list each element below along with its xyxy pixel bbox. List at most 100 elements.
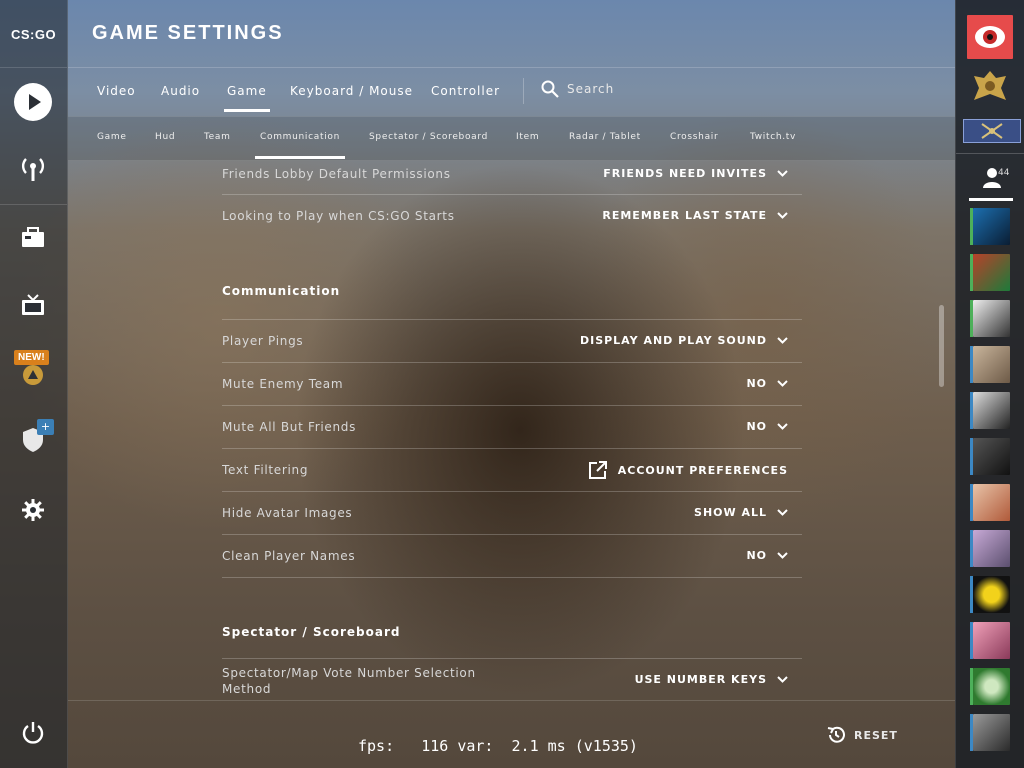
setting-label: Mute All But Friends	[222, 420, 357, 434]
settings-button[interactable]	[12, 489, 54, 531]
tab-game[interactable]: Game	[224, 84, 270, 112]
setting-row[interactable]: Mute All But Friends NO	[222, 406, 802, 449]
rank-emblem[interactable]	[970, 68, 1010, 108]
subtab-crosshair[interactable]: Crosshair	[670, 132, 718, 142]
setting-value: NO	[746, 549, 767, 562]
tab-audio[interactable]: Audio	[161, 84, 200, 98]
chevron-down-icon	[777, 380, 788, 387]
friend-avatar[interactable]	[970, 346, 1010, 383]
operation-coin-icon	[23, 365, 43, 385]
search-icon	[541, 80, 559, 98]
inventory-button[interactable]	[12, 217, 54, 259]
account-preferences-link[interactable]: ACCOUNT PREFERENCES	[588, 460, 788, 480]
setting-dropdown[interactable]: NO	[746, 377, 788, 390]
setting-row[interactable]: Hide Avatar Images SHOW ALL	[222, 492, 802, 535]
setting-dropdown[interactable]: REMEMBER LAST STATE	[602, 209, 788, 222]
setting-value: DISPLAY AND PLAY SOUND	[579, 334, 767, 347]
left-navigation: CS:GO NEW! +	[0, 0, 68, 768]
friend-avatar[interactable]	[970, 208, 1010, 245]
setting-row[interactable]: Looking to Play when CS:GO Starts REMEMB…	[222, 195, 802, 237]
external-link-icon	[588, 461, 607, 479]
setting-dropdown[interactable]: USE NUMBER KEYS	[635, 673, 788, 686]
sub-tab-bar: Game Hud Team Communication Spectator / …	[68, 116, 955, 161]
subtab-team[interactable]: Team	[204, 132, 231, 142]
subtab-twitch[interactable]: Twitch.tv	[750, 132, 796, 142]
eye-avatar-icon	[975, 26, 1005, 48]
reset-history-icon	[827, 726, 845, 743]
section-heading-spectator: Spectator / Scoreboard	[222, 625, 401, 639]
setting-label: Mute Enemy Team	[222, 377, 344, 391]
gear-icon	[22, 499, 44, 521]
operation-button[interactable]	[12, 354, 54, 396]
friend-avatar[interactable]	[970, 300, 1010, 337]
friend-avatar[interactable]	[970, 484, 1010, 521]
play-button[interactable]	[12, 81, 54, 123]
tab-video[interactable]: Video	[97, 84, 136, 98]
setting-row[interactable]: Player Pings DISPLAY AND PLAY SOUND	[222, 320, 802, 363]
subtab-hud[interactable]: Hud	[155, 132, 175, 142]
setting-value: FRIENDS NEED INVITES	[603, 167, 767, 180]
friend-avatar[interactable]	[970, 668, 1010, 705]
subtab-radar-tablet[interactable]: Radar / Tablet	[569, 132, 641, 142]
friend-avatar[interactable]	[970, 622, 1010, 659]
chevron-down-icon	[777, 676, 788, 683]
friend-avatar[interactable]	[970, 254, 1010, 291]
friend-avatar[interactable]	[970, 576, 1010, 613]
chevron-down-icon	[777, 509, 788, 516]
subtab-spectator-scoreboard[interactable]: Spectator / Scoreboard	[369, 132, 488, 142]
setting-value: ACCOUNT PREFERENCES	[617, 463, 788, 477]
setting-label: Clean Player Names	[222, 549, 356, 563]
section-heading-communication: Communication	[222, 284, 341, 298]
setting-dropdown[interactable]: FRIENDS NEED INVITES	[603, 167, 788, 180]
panel-divider	[956, 153, 1024, 154]
setting-value: SHOW ALL	[694, 506, 767, 519]
subtab-game[interactable]: Game	[97, 132, 127, 142]
setting-row[interactable]: Friends Lobby Default Permissions FRIEND…	[222, 160, 802, 195]
setting-dropdown[interactable]: NO	[746, 420, 788, 433]
skill-group-badge[interactable]	[963, 119, 1021, 143]
friend-avatar[interactable]	[970, 438, 1010, 475]
chevron-down-icon	[777, 423, 788, 430]
power-icon	[22, 722, 44, 744]
scrollbar-thumb[interactable]	[939, 305, 944, 387]
setting-label: Spectator/Map Vote Number Selection Meth…	[222, 666, 476, 696]
setting-dropdown[interactable]: NO	[746, 549, 788, 562]
tv-icon	[22, 294, 44, 315]
subtab-communication[interactable]: Communication	[254, 132, 346, 159]
crossed-rifles-icon	[981, 123, 1003, 139]
chevron-down-icon	[777, 170, 788, 177]
csgo-logo[interactable]: CS:GO	[0, 14, 67, 54]
broadcast-button[interactable]	[12, 148, 54, 190]
player-avatar[interactable]	[967, 15, 1013, 59]
setting-dropdown[interactable]: DISPLAY AND PLAY SOUND	[580, 334, 788, 347]
reset-label: RESET	[854, 728, 898, 742]
footer-divider	[68, 700, 955, 701]
header-divider	[68, 67, 955, 68]
tab-keyboard-mouse[interactable]: Keyboard / Mouse	[290, 84, 413, 98]
subtab-item[interactable]: Item	[516, 132, 539, 142]
search-button[interactable]: Search	[541, 80, 614, 98]
broadcast-icon	[21, 158, 45, 181]
setting-row[interactable]: Mute Enemy Team NO	[222, 363, 802, 406]
power-button[interactable]	[12, 712, 54, 754]
setting-row[interactable]: Clean Player Names NO	[222, 535, 802, 578]
setting-row[interactable]: Text Filtering ACCOUNT PREFERENCES	[222, 449, 802, 492]
friend-avatar[interactable]	[970, 714, 1010, 751]
play-icon	[14, 83, 52, 121]
setting-value: NO	[746, 420, 767, 433]
setting-dropdown[interactable]: SHOW ALL	[694, 506, 788, 519]
friend-avatar[interactable]	[970, 530, 1010, 567]
friends-tab-indicator	[969, 198, 1013, 201]
watch-button[interactable]	[12, 284, 54, 326]
setting-row[interactable]: Spectator/Map Vote Number Selection Meth…	[222, 658, 802, 700]
reset-button[interactable]: RESET	[826, 725, 898, 745]
setting-label: Text Filtering	[222, 463, 309, 477]
setting-value: NO	[746, 377, 767, 390]
friend-avatar[interactable]	[970, 392, 1010, 429]
briefcase-icon	[22, 227, 44, 247]
nav-divider	[0, 204, 67, 205]
friends-count: 44	[998, 168, 1010, 178]
tab-controller[interactable]: Controller	[431, 84, 500, 98]
eagle-rank-icon	[974, 71, 1006, 100]
chevron-down-icon	[777, 212, 788, 219]
